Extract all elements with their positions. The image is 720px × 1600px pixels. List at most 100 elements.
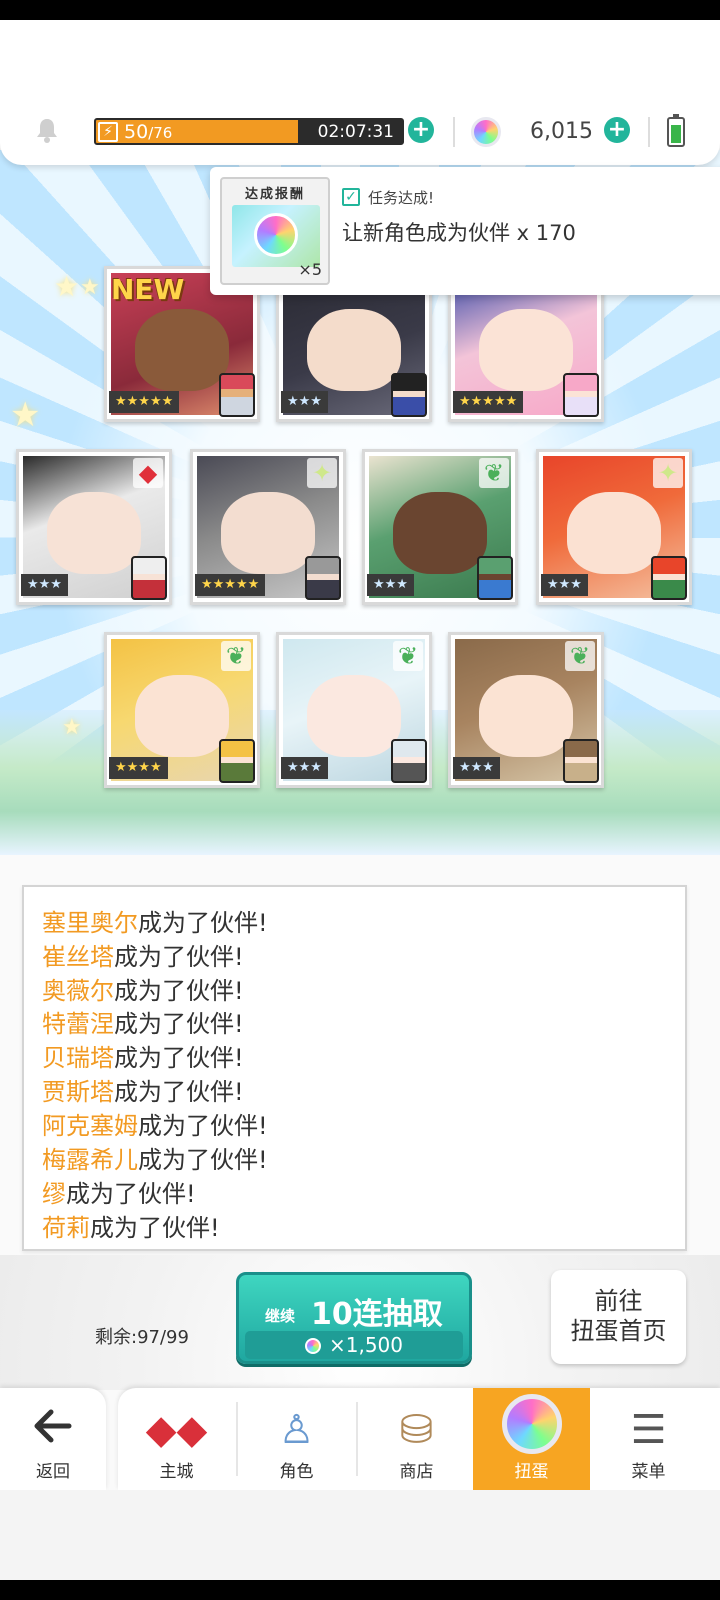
system-nav-bar	[0, 1580, 720, 1600]
reward-box: 达成报酬 ×5	[220, 177, 330, 285]
rarity-stars: ★★★	[541, 574, 588, 596]
summon-result-log[interactable]: 塞里奥尔成为了伙伴! 崔丝塔成为了伙伴! 奥薇尔成为了伙伴! 特蕾涅成为了伙伴! 贝瑞塔…	[22, 885, 687, 1251]
wind-element-icon: ❦	[565, 641, 595, 671]
log-suffix: 成为了伙伴!	[114, 943, 244, 971]
log-suffix: 成为了伙伴!	[90, 1214, 220, 1242]
character-name: 奥薇尔	[42, 977, 114, 1005]
character-card[interactable]: ✦ ★★★	[536, 449, 692, 605]
pull-cost-value: ×1,500	[328, 1333, 403, 1357]
character-card[interactable]: ❦ ★★★★	[104, 632, 260, 788]
tab-shop[interactable]: ⛁ 商店	[358, 1388, 475, 1490]
castle-icon: ◆◆	[145, 1407, 208, 1453]
character-name: 特蕾涅	[42, 1010, 114, 1038]
tab-label: 扭蛋	[514, 1462, 549, 1482]
lightning-icon: ⚡	[98, 122, 118, 142]
wind-element-icon: ❦	[393, 641, 423, 671]
character-name: 崔丝塔	[42, 943, 114, 971]
wind-element-icon: ❦	[221, 641, 251, 671]
achievement-task: 让新角色成为伙伴 x 170	[342, 221, 576, 245]
back-label: 返回	[36, 1462, 70, 1482]
character-sprite	[305, 556, 341, 600]
pull-cost: ×1,500	[245, 1331, 463, 1359]
character-name: 阿克塞姆	[42, 1112, 138, 1140]
gacha-home-line1: 前往	[594, 1287, 643, 1315]
character-sprite	[391, 739, 427, 783]
rarity-stars: ★★★	[367, 574, 414, 596]
log-suffix: 成为了伙伴!	[114, 1044, 244, 1072]
character-face	[393, 492, 487, 574]
nav-footer	[0, 1490, 720, 1580]
tab-gacha[interactable]: 扭蛋	[473, 1388, 590, 1490]
reward-title: 达成报酬	[244, 187, 305, 202]
log-line: 缪成为了伙伴!	[42, 1174, 196, 1209]
log-line: 荷莉成为了伙伴!	[42, 1208, 220, 1243]
shop-bag-icon: ⛁	[399, 1407, 434, 1453]
log-line: 崔丝塔成为了伙伴!	[42, 937, 244, 972]
character-card[interactable]: ◆ ★★★	[16, 449, 172, 605]
reward-qty: ×5	[298, 260, 322, 279]
pull-10-button[interactable]: 继续 10连抽取 ×1,500	[236, 1272, 472, 1364]
character-face	[479, 675, 573, 757]
log-suffix: 成为了伙伴!	[138, 909, 268, 937]
character-face	[567, 492, 661, 574]
gem-icon	[304, 1338, 321, 1354]
character-icon: ♙	[278, 1407, 315, 1453]
achievement-popup[interactable]: 达成报酬 ×5 ✓ 任务达成! 让新角色成为伙伴 x 170	[210, 167, 720, 295]
log-suffix: 成为了伙伴!	[114, 1010, 244, 1038]
tab-label: 菜单	[631, 1462, 666, 1482]
stamina-bar: ⚡ 50/76 02:07:31	[94, 118, 404, 145]
pull-main-label: 10连抽取	[311, 1297, 443, 1332]
character-name: 贾斯塔	[42, 1078, 114, 1106]
log-line: 梅露希儿成为了伙伴!	[42, 1140, 268, 1175]
reward-gem-icon	[232, 205, 320, 267]
bottom-nav: 返回 ◆◆ 主城 ♙ 角色 ⛁ 商店 扭蛋 ☰ 菜单	[0, 1388, 720, 1490]
sparkle-icon: ★	[54, 270, 80, 303]
menu-list-icon: ☰	[630, 1407, 667, 1453]
character-face	[47, 492, 141, 574]
stamina-value: 50/76	[124, 121, 173, 143]
character-face	[135, 675, 229, 757]
add-gem-button[interactable]: +	[604, 117, 630, 143]
log-line: 特蕾涅成为了伙伴!	[42, 1004, 244, 1039]
character-sprite	[391, 373, 427, 417]
character-name: 荷莉	[42, 1214, 90, 1242]
character-card[interactable]: ❦ ★★★	[276, 632, 432, 788]
gacha-home-line2: 扭蛋首页	[570, 1317, 667, 1345]
battery-icon	[667, 114, 685, 147]
tab-town[interactable]: ◆◆ 主城	[118, 1388, 235, 1490]
log-line: 塞里奥尔成为了伙伴!	[42, 903, 268, 938]
wind-element-icon: ❦	[479, 458, 509, 488]
rarity-stars: ★★★★★	[195, 574, 266, 596]
light-element-icon: ✦	[307, 458, 337, 488]
tab-label: 商店	[399, 1462, 434, 1482]
add-stamina-button[interactable]: +	[408, 117, 434, 143]
tab-label: 角色	[279, 1462, 314, 1482]
back-button[interactable]: 返回	[0, 1388, 106, 1490]
character-card[interactable]: ✦ ★★★★★	[190, 449, 346, 605]
back-arrow-icon	[34, 1409, 72, 1443]
character-face	[135, 309, 229, 391]
character-sprite	[219, 373, 255, 417]
rarity-stars: ★★★	[453, 757, 500, 779]
bell-icon[interactable]	[33, 116, 61, 144]
stamina-max: /76	[148, 124, 173, 142]
tab-characters[interactable]: ♙ 角色	[238, 1388, 355, 1490]
character-sprite	[563, 373, 599, 417]
rarity-stars: ★★★	[281, 757, 328, 779]
tab-menu[interactable]: ☰ 菜单	[590, 1388, 707, 1490]
resource-bar: ⚡ 50/76 02:07:31 + 6,015 +	[0, 20, 720, 165]
log-suffix: 成为了伙伴!	[138, 1146, 268, 1174]
tab-label: 主城	[159, 1462, 194, 1482]
achievement-status: 任务达成!	[368, 189, 435, 207]
character-face	[307, 675, 401, 757]
sparkle-icon: ★	[10, 395, 41, 435]
remaining-pulls: 剩余:97/99	[95, 1327, 189, 1348]
log-line: 贾斯塔成为了伙伴!	[42, 1072, 244, 1107]
character-card[interactable]: ❦ ★★★	[362, 449, 518, 605]
log-suffix: 成为了伙伴!	[138, 1112, 268, 1140]
gacha-home-button[interactable]: 前往 扭蛋首页	[551, 1270, 686, 1364]
character-card[interactable]: ❦ ★★★	[448, 632, 604, 788]
status-bar	[0, 0, 720, 20]
light-element-icon: ✦	[653, 458, 683, 488]
character-name: 贝瑞塔	[42, 1044, 114, 1072]
